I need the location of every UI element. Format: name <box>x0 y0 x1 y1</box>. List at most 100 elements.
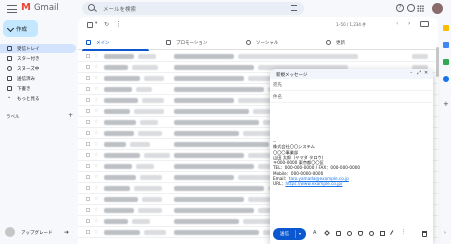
star-icon[interactable]: ☆ <box>94 86 98 92</box>
sidebar-item-more[interactable]: ⌄ もっと見る <box>0 94 76 103</box>
star-icon[interactable]: ☆ <box>94 64 98 70</box>
more-options-icon[interactable]: ⋮ <box>401 229 406 235</box>
insert-photo-icon[interactable] <box>380 231 385 236</box>
star-icon[interactable]: ☆ <box>94 185 98 191</box>
gmail-logo[interactable]: M Gmail <box>21 2 59 13</box>
row-checkbox[interactable] <box>86 87 90 91</box>
minimize-icon[interactable]: – <box>410 70 413 76</box>
row-checkbox[interactable] <box>86 131 90 135</box>
add-addon-icon[interactable]: + <box>443 100 449 108</box>
search-bar[interactable]: メールを検索 <box>82 2 304 15</box>
tab-promotions[interactable]: プロモーション <box>158 36 233 50</box>
row-checkbox[interactable] <box>86 109 90 113</box>
add-label-button[interactable]: + <box>68 112 73 119</box>
star-icon[interactable]: ☆ <box>94 174 98 180</box>
avatar[interactable] <box>432 3 443 14</box>
refresh-icon[interactable]: ↻ <box>104 21 109 28</box>
discard-trash-icon[interactable] <box>422 231 427 237</box>
keyboard-icon[interactable] <box>420 21 429 27</box>
chevron-down-icon[interactable]: ▾ <box>95 21 97 26</box>
hide-panel-icon[interactable]: › <box>444 230 446 236</box>
emoji-icon[interactable] <box>347 231 352 236</box>
prev-page-icon[interactable]: ‹ <box>396 20 398 27</box>
pagination-text: 1–50 / 1,234 件 <box>336 22 367 27</box>
search-options-icon[interactable] <box>291 5 297 11</box>
url-link[interactable]: https://www.example.co.jp/ <box>286 181 343 186</box>
star-icon[interactable]: ☆ <box>94 108 98 114</box>
tab-social[interactable]: ソーシャル <box>238 36 313 50</box>
row-checkbox[interactable] <box>86 142 90 146</box>
send-button[interactable]: 送信 ▾ <box>273 228 306 240</box>
row-checkbox[interactable] <box>86 208 90 212</box>
star-icon[interactable]: ☆ <box>94 130 98 136</box>
main-menu-icon[interactable] <box>7 5 17 13</box>
star-icon[interactable]: ☆ <box>94 119 98 125</box>
row-checkbox[interactable] <box>86 153 90 157</box>
star-icon[interactable]: ☆ <box>94 152 98 158</box>
scrollbar[interactable] <box>436 47 439 77</box>
close-icon[interactable]: ✕ <box>424 70 428 76</box>
row-checkbox[interactable] <box>86 230 90 234</box>
star-icon[interactable]: ☆ <box>94 196 98 202</box>
star-icon[interactable]: ☆ <box>94 75 98 81</box>
email-link[interactable]: taro.yamada@example.co.jp <box>289 176 349 181</box>
row-checkbox[interactable] <box>86 219 90 223</box>
insert-link-icon[interactable] <box>336 231 341 236</box>
row-checkbox[interactable] <box>86 98 90 102</box>
email-row[interactable]: ☆ <box>78 51 438 62</box>
search-icon[interactable] <box>88 4 95 11</box>
sidebar-item-drafts[interactable]: 下書き <box>0 84 76 93</box>
contacts-icon[interactable] <box>443 76 449 82</box>
star-icon[interactable]: ☆ <box>94 207 98 213</box>
search-input[interactable]: メールを検索 <box>103 5 136 13</box>
settings-gear-icon[interactable] <box>407 4 415 12</box>
confidential-lock-icon[interactable] <box>369 231 374 236</box>
sidebar-item-starred[interactable]: スター付き <box>0 54 76 63</box>
drive-icon[interactable] <box>358 231 363 236</box>
star-icon[interactable]: ☆ <box>94 163 98 169</box>
compose-header[interactable]: 新規メッセージ – ⤢ ✕ <box>270 69 433 79</box>
row-checkbox[interactable] <box>86 186 90 190</box>
calendar-icon[interactable] <box>443 25 449 31</box>
badge-redacted <box>136 164 154 169</box>
sidebar-item-sent[interactable]: 送信済み <box>0 74 76 83</box>
expand-icon[interactable]: ⤢ <box>417 70 421 76</box>
message-body[interactable]: -- 株式会社〇〇システム 〇〇〇事業部 山田 太郎（ヤマダ タロウ） 〒000… <box>270 103 433 191</box>
next-page-icon[interactable]: › <box>408 20 410 27</box>
signature: -- 株式会社〇〇システム 〇〇〇事業部 山田 太郎（ヤマダ タロウ） 〒000… <box>273 139 430 187</box>
sidebar-item-inbox[interactable]: 受信トレイ <box>0 44 76 53</box>
star-icon[interactable]: ☆ <box>94 229 98 235</box>
upgrade-link[interactable]: アップグレード <box>21 230 53 236</box>
row-checkbox[interactable] <box>86 76 90 80</box>
star-icon[interactable]: ☆ <box>94 218 98 224</box>
row-checkbox[interactable] <box>86 164 90 168</box>
row-checkbox[interactable] <box>86 65 90 69</box>
row-checkbox[interactable] <box>86 175 90 179</box>
star-icon[interactable]: ☆ <box>94 141 98 147</box>
star-icon[interactable]: ☆ <box>94 97 98 103</box>
row-checkbox[interactable] <box>86 197 90 201</box>
text-format-icon[interactable]: A <box>313 230 318 236</box>
tab-updates[interactable]: 更新 <box>318 36 393 50</box>
send-options-icon[interactable]: ▾ <box>299 231 301 236</box>
subject-placeholder: 件名 <box>273 95 282 100</box>
help-icon[interactable]: ? <box>396 4 404 12</box>
to-field[interactable]: 宛先 <box>270 79 433 91</box>
attach-icon[interactable] <box>324 230 330 236</box>
row-checkbox[interactable] <box>86 120 90 124</box>
sender-redacted <box>104 109 130 114</box>
open-arrow-icon[interactable]: ➜ <box>64 229 69 236</box>
star-icon[interactable]: ☆ <box>94 53 98 59</box>
keep-icon[interactable] <box>443 42 449 48</box>
tasks-icon[interactable] <box>443 59 449 65</box>
compose-button[interactable]: 作成 <box>3 20 38 37</box>
select-all-checkbox[interactable] <box>87 22 93 28</box>
subject-field[interactable]: 件名 <box>270 91 433 103</box>
tab-primary[interactable]: メイン <box>78 36 153 51</box>
google-apps-icon[interactable] <box>417 5 424 12</box>
more-vert-icon[interactable]: ⋮ <box>115 20 122 28</box>
sidebar-item-snoozed[interactable]: スヌーズ中 <box>0 64 76 73</box>
user-avatar-icon[interactable] <box>5 227 15 237</box>
row-checkbox[interactable] <box>86 54 90 58</box>
signature-pen-icon[interactable] <box>390 230 397 237</box>
